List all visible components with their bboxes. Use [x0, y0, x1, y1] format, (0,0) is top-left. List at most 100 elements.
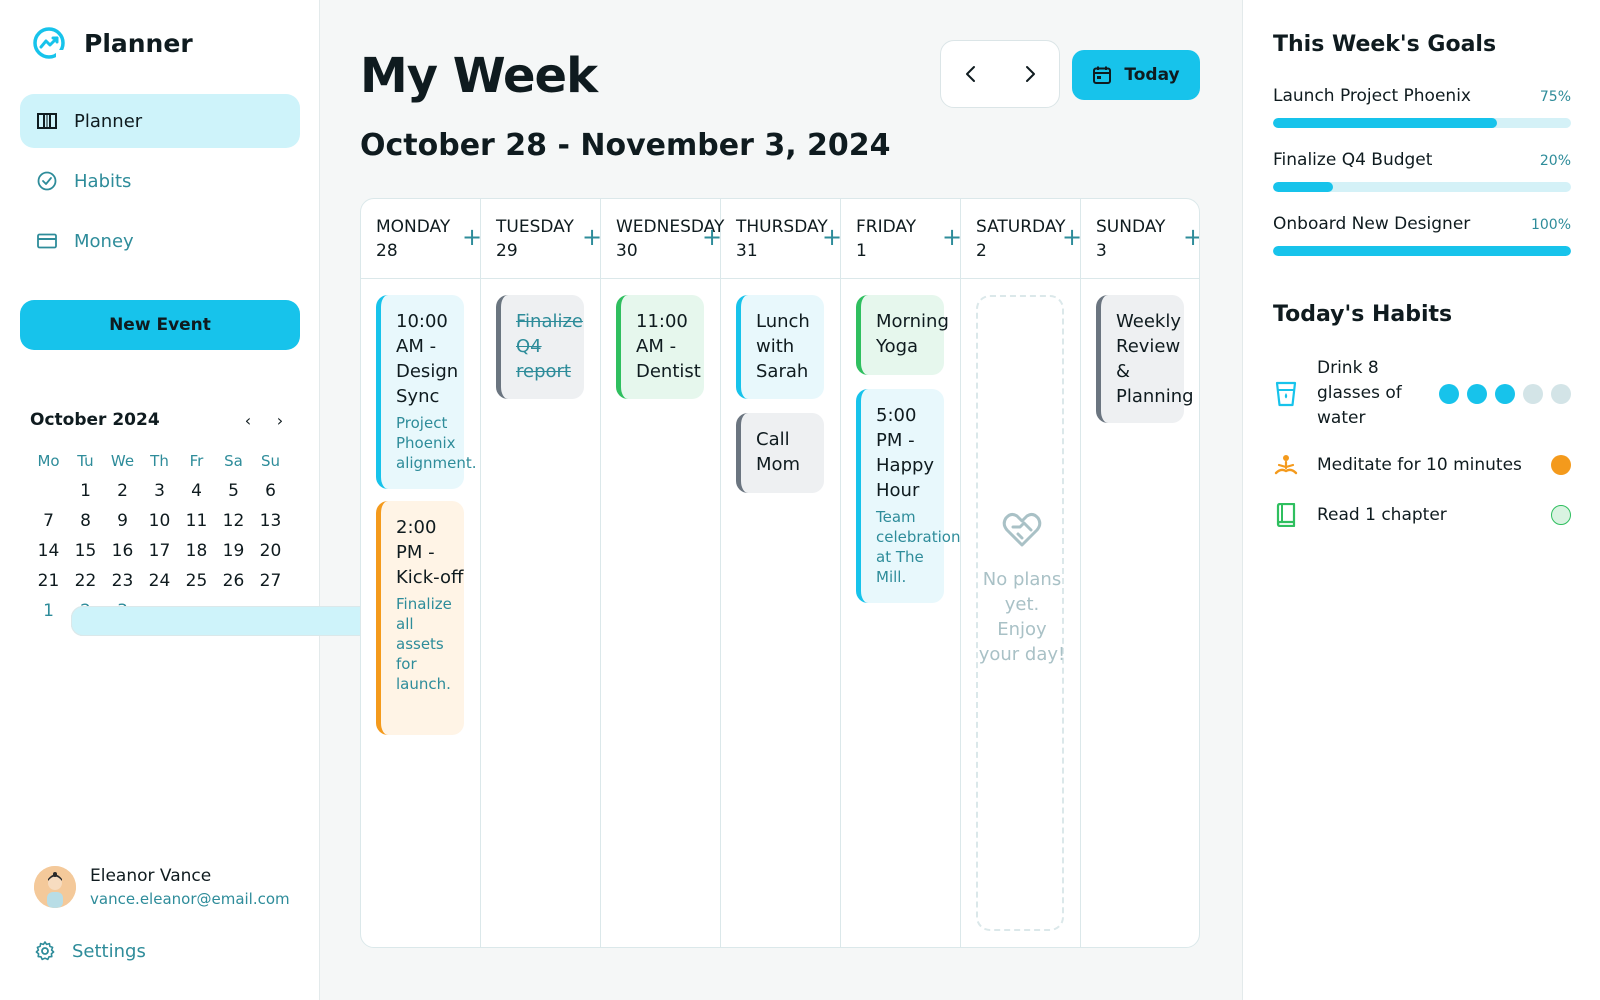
- nav-item-planner[interactable]: Planner: [20, 94, 300, 148]
- day-name: TUESDAY: [496, 217, 574, 237]
- today-button-label: Today: [1124, 65, 1180, 85]
- mini-calendar-prev-icon[interactable]: ‹: [238, 411, 258, 430]
- empty-day-placeholder[interactable]: No plans yet. Enjoy your day!: [976, 295, 1065, 931]
- right-panel: This Week's Goals Launch Project Phoenix…: [1242, 0, 1600, 1000]
- check-circle-icon: [36, 170, 58, 192]
- calendar-day[interactable]: 12: [215, 506, 252, 536]
- habit-item[interactable]: Read 1 chapter: [1273, 502, 1571, 528]
- calendar-day[interactable]: 27: [252, 566, 289, 596]
- calendar-day[interactable]: 19: [215, 536, 252, 566]
- previous-week-button[interactable]: [951, 54, 991, 94]
- habit-dot-pending[interactable]: [1551, 505, 1571, 525]
- event-card[interactable]: 11:00 AM - Dentist: [616, 295, 704, 399]
- calendar-day[interactable]: 8: [67, 506, 104, 536]
- goal-item[interactable]: Launch Project Phoenix 75%: [1273, 86, 1571, 128]
- event-description: Team celebration at The Mill.: [876, 508, 961, 586]
- calendar-day[interactable]: 17: [141, 536, 178, 566]
- add-event-icon[interactable]: +: [702, 225, 722, 249]
- add-event-icon[interactable]: +: [942, 225, 962, 249]
- habit-dot-pending[interactable]: [1523, 383, 1543, 404]
- event-card-completed[interactable]: Finalize Q4 report: [496, 295, 584, 399]
- day-header: THURSDAY 31 +: [721, 199, 842, 279]
- habit-dot-done[interactable]: [1467, 383, 1487, 404]
- calendar-day[interactable]: 26: [215, 566, 252, 596]
- goal-name: Onboard New Designer: [1273, 214, 1471, 234]
- day-number: 1: [856, 241, 867, 261]
- day-column-wednesday: WEDNESDAY 30 + 11:00 AM - Dentist: [601, 199, 724, 947]
- credit-card-icon: [36, 230, 58, 252]
- day-column-friday: FRIDAY 1 + Morning Yoga 5:00 PM - Happy …: [841, 199, 962, 947]
- day-name: SUNDAY: [1096, 217, 1166, 237]
- calendar-day[interactable]: 7: [30, 506, 67, 536]
- calendar-day[interactable]: 13: [252, 506, 289, 536]
- calendar-day[interactable]: 16: [104, 536, 141, 566]
- day-name: FRIDAY: [856, 217, 917, 237]
- calendar-day[interactable]: 18: [178, 536, 215, 566]
- goal-progress-fill: [1273, 118, 1497, 128]
- event-card[interactable]: 5:00 PM - Happy Hour Team celebration at…: [856, 389, 961, 603]
- today-button[interactable]: Today: [1072, 50, 1200, 100]
- calendar-day-next-month[interactable]: 1: [30, 596, 67, 626]
- calendar-day[interactable]: 15: [67, 536, 104, 566]
- event-card[interactable]: Lunch with Sarah: [736, 295, 824, 399]
- brand-name: Planner: [84, 28, 193, 58]
- goal-item[interactable]: Finalize Q4 Budget 20%: [1273, 150, 1571, 192]
- calendar-day[interactable]: 20: [252, 536, 289, 566]
- day-number: 30: [616, 241, 638, 261]
- new-event-button[interactable]: New Event: [20, 300, 300, 350]
- add-event-icon[interactable]: +: [1062, 225, 1082, 249]
- calendar-day[interactable]: 2: [104, 476, 141, 506]
- calendar-day[interactable]: 24: [141, 566, 178, 596]
- event-card[interactable]: Call Mom: [736, 413, 824, 493]
- goal-item[interactable]: Onboard New Designer 100%: [1273, 214, 1571, 256]
- habit-dot-done[interactable]: [1495, 383, 1515, 404]
- add-event-icon[interactable]: +: [462, 225, 482, 249]
- day-number: 28: [376, 241, 398, 261]
- calendar-day[interactable]: 6: [252, 476, 289, 506]
- add-event-icon[interactable]: +: [1183, 225, 1199, 249]
- event-title: 11:00 AM - Dentist: [636, 311, 701, 382]
- mini-calendar-next-icon[interactable]: ›: [270, 411, 290, 430]
- calendar-day[interactable]: 22: [67, 566, 104, 596]
- calendar-day[interactable]: 23: [104, 566, 141, 596]
- calendar-day[interactable]: 11: [178, 506, 215, 536]
- habit-item[interactable]: Meditate for 10 minutes: [1273, 452, 1571, 478]
- date-range: October 28 - November 3, 2024: [360, 128, 891, 163]
- day-header: SUNDAY 3 +: [1081, 199, 1199, 279]
- week-calendar: MONDAY 28 + 10:00 AM - Design Sync Proje…: [360, 198, 1200, 948]
- habit-dot-done[interactable]: [1439, 383, 1459, 404]
- mini-calendar-grid: Mo Tu We Th Fr Sa Su 1 2 3 4 5 6 7 8 9 1…: [30, 446, 911, 636]
- calendar-icon: [1093, 66, 1112, 84]
- calendar-day[interactable]: 10: [141, 506, 178, 536]
- user-profile[interactable]: Eleanor Vance vance.eleanor@email.com: [34, 866, 290, 908]
- calendar-day[interactable]: 9: [104, 506, 141, 536]
- nav-item-habits[interactable]: Habits: [20, 154, 300, 208]
- event-card[interactable]: 2:00 PM - Kick-off Finalize all assets f…: [376, 501, 464, 735]
- event-card[interactable]: 10:00 AM - Design Sync Project Phoenix a…: [376, 295, 477, 489]
- nav-item-money[interactable]: Money: [20, 214, 300, 268]
- calendar-day[interactable]: 4: [178, 476, 215, 506]
- habit-dot-pending[interactable]: [1551, 383, 1571, 404]
- settings-link[interactable]: Settings: [34, 940, 146, 962]
- goal-progress-bar: [1273, 118, 1571, 128]
- page-title: My Week: [360, 48, 598, 104]
- calendar-day[interactable]: 25: [178, 566, 215, 596]
- calendar-day[interactable]: 1: [67, 476, 104, 506]
- add-event-icon[interactable]: +: [582, 225, 602, 249]
- nav-label-planner: Planner: [74, 110, 143, 132]
- habit-dot-done[interactable]: [1551, 455, 1571, 475]
- event-card[interactable]: Weekly Review & Planning: [1096, 295, 1194, 423]
- habit-item[interactable]: Drink 8 glasses of water: [1273, 356, 1571, 431]
- goal-progress-bar: [1273, 246, 1571, 256]
- next-week-button[interactable]: [1010, 54, 1050, 94]
- add-event-icon[interactable]: +: [822, 225, 842, 249]
- calendar-day[interactable]: 3: [141, 476, 178, 506]
- calendar-day[interactable]: 21: [30, 566, 67, 596]
- mini-calendar: October 2024 ‹ › Mo Tu We Th Fr Sa Su 1 …: [30, 408, 911, 636]
- day-column-tuesday: TUESDAY 29 + Finalize Q4 report: [481, 199, 602, 947]
- brand[interactable]: Planner: [32, 26, 193, 60]
- event-card[interactable]: Morning Yoga: [856, 295, 949, 375]
- day-header: SATURDAY 2 +: [961, 199, 1082, 279]
- calendar-day[interactable]: 5: [215, 476, 252, 506]
- calendar-day[interactable]: 14: [30, 536, 67, 566]
